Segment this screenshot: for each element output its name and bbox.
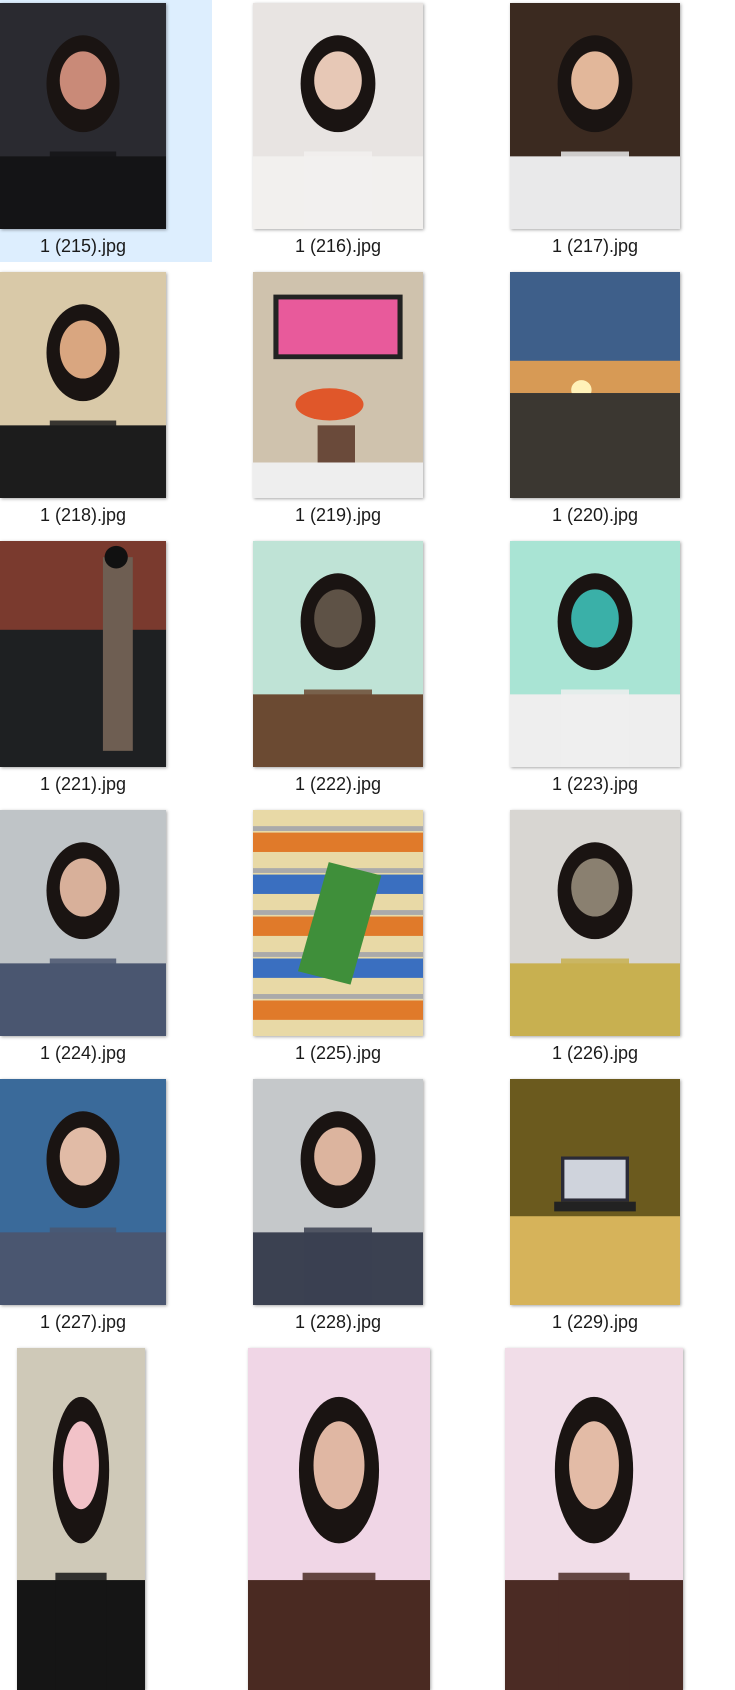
file-thumbnail[interactable] — [253, 3, 423, 229]
file-thumbnail[interactable] — [253, 541, 423, 767]
file-item[interactable]: 1 (221).jpg — [0, 538, 180, 800]
file-name-label[interactable]: 1 (215).jpg — [0, 236, 166, 257]
file-thumbnail[interactable] — [17, 1348, 145, 1690]
file-item[interactable]: 1 (226).jpg — [510, 807, 690, 1069]
file-item[interactable]: 1 (229).jpg — [510, 1076, 690, 1338]
file-item[interactable]: 1 (215).jpg — [0, 0, 212, 262]
file-thumbnail[interactable] — [0, 3, 166, 229]
file-name-label[interactable]: 1 (216).jpg — [253, 236, 423, 257]
file-item[interactable]: 1 (217).jpg — [510, 0, 690, 262]
file-item[interactable]: 1 (224).jpg — [0, 807, 180, 1069]
file-item[interactable]: 1 (223).jpg — [510, 538, 690, 800]
file-name-label[interactable]: 1 (221).jpg — [0, 774, 166, 795]
file-item[interactable] — [248, 1345, 433, 1690]
file-item[interactable]: 1 (218).jpg — [0, 269, 180, 531]
file-name-label[interactable]: 1 (227).jpg — [0, 1312, 166, 1333]
file-name-label[interactable]: 1 (226).jpg — [510, 1043, 680, 1064]
file-thumbnail[interactable] — [510, 810, 680, 1036]
file-name-label[interactable]: 1 (222).jpg — [253, 774, 423, 795]
file-item[interactable]: 1 (222).jpg — [253, 538, 433, 800]
file-thumbnail[interactable] — [0, 541, 166, 767]
file-item[interactable] — [0, 1345, 180, 1690]
file-thumbnail[interactable] — [253, 272, 423, 498]
file-item[interactable]: 1 (219).jpg — [253, 269, 433, 531]
file-name-label[interactable]: 1 (228).jpg — [253, 1312, 423, 1333]
file-item[interactable]: 1 (228).jpg — [253, 1076, 433, 1338]
file-thumbnail[interactable] — [510, 541, 680, 767]
file-thumbnail[interactable] — [510, 1079, 680, 1305]
file-thumbnail[interactable] — [510, 3, 680, 229]
file-thumbnail[interactable] — [248, 1348, 430, 1690]
file-thumbnail[interactable] — [253, 810, 423, 1036]
file-thumbnail[interactable] — [0, 1079, 166, 1305]
file-name-label[interactable]: 1 (220).jpg — [510, 505, 680, 526]
file-name-label[interactable]: 1 (229).jpg — [510, 1312, 680, 1333]
file-thumbnail[interactable] — [0, 810, 166, 1036]
file-thumbnail[interactable] — [253, 1079, 423, 1305]
file-item[interactable]: 1 (225).jpg — [253, 807, 433, 1069]
file-name-label[interactable]: 1 (217).jpg — [510, 236, 680, 257]
file-item[interactable]: 1 (216).jpg — [253, 0, 433, 262]
file-thumbnail[interactable] — [510, 272, 680, 498]
file-grid: 1 (215).jpg 1 (216).jpg 1 (217).jpg 1 (2… — [0, 0, 735, 1690]
file-name-label[interactable]: 1 (218).jpg — [0, 505, 166, 526]
file-name-label[interactable]: 1 (223).jpg — [510, 774, 680, 795]
file-item[interactable] — [505, 1345, 690, 1690]
file-thumbnail[interactable] — [0, 272, 166, 498]
file-name-label[interactable]: 1 (219).jpg — [253, 505, 423, 526]
file-item[interactable]: 1 (220).jpg — [510, 269, 690, 531]
file-item[interactable]: 1 (227).jpg — [0, 1076, 180, 1338]
file-name-label[interactable]: 1 (225).jpg — [253, 1043, 423, 1064]
file-name-label[interactable]: 1 (224).jpg — [0, 1043, 166, 1064]
file-thumbnail[interactable] — [505, 1348, 683, 1690]
